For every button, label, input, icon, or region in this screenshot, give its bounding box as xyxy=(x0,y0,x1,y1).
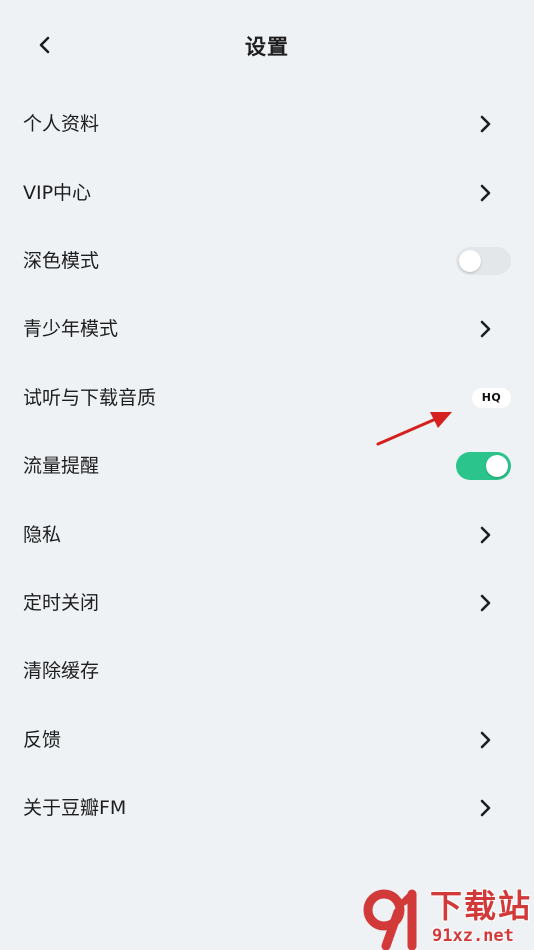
quality-badge: HQ xyxy=(472,387,511,408)
setting-row-about[interactable]: 关于豆瓣FM xyxy=(0,774,534,842)
watermark-domain: 91xz.net xyxy=(432,926,514,946)
data-alert-toggle[interactable] xyxy=(456,452,511,481)
setting-label: 试听与下载音质 xyxy=(23,386,157,409)
setting-row-sleep-timer[interactable]: 定时关闭 xyxy=(0,569,534,637)
setting-label: 清除缓存 xyxy=(23,660,100,683)
setting-row-clear-cache[interactable]: 清除缓存 xyxy=(0,637,534,705)
site-watermark: 下载站 91xz.net xyxy=(358,888,534,950)
setting-row-dark-mode: 深色模式 xyxy=(0,227,534,295)
setting-label: VIP中心 xyxy=(23,181,92,204)
chevron-right-icon xyxy=(474,318,496,340)
setting-label: 定时关闭 xyxy=(23,591,100,614)
setting-label: 反馈 xyxy=(23,728,62,751)
chevron-right-icon xyxy=(474,524,496,546)
chevron-right-icon xyxy=(474,797,496,819)
setting-label: 青少年模式 xyxy=(23,318,119,341)
setting-row-profile[interactable]: 个人资料 xyxy=(0,90,534,158)
setting-label: 个人资料 xyxy=(23,113,100,136)
annotation-arrow-icon xyxy=(376,412,452,446)
chevron-right-icon xyxy=(474,182,496,204)
setting-row-privacy[interactable]: 隐私 xyxy=(0,500,534,568)
setting-label: 深色模式 xyxy=(23,249,100,272)
setting-row-feedback[interactable]: 反馈 xyxy=(0,706,534,774)
watermark-logo-icon xyxy=(363,889,417,950)
dark-mode-toggle[interactable] xyxy=(456,246,511,275)
setting-label: 隐私 xyxy=(23,523,62,546)
settings-list: 个人资料 VIP中心 深色模式 青少年模式 试听与下载音质 HQ 流量提醒 隐私 xyxy=(0,90,534,842)
chevron-right-icon xyxy=(474,729,496,751)
page-title: 设置 xyxy=(245,35,289,59)
toggle-knob xyxy=(486,455,508,478)
setting-label: 关于豆瓣FM xyxy=(23,797,127,820)
chevron-right-icon xyxy=(474,113,496,135)
chevron-right-icon xyxy=(474,592,496,614)
setting-row-teen-mode[interactable]: 青少年模式 xyxy=(0,295,534,363)
setting-row-vip-center[interactable]: VIP中心 xyxy=(0,158,534,226)
toggle-knob xyxy=(459,249,481,272)
watermark-title: 下载站 xyxy=(430,887,533,925)
setting-label: 流量提醒 xyxy=(23,455,100,478)
header-bar: 设置 xyxy=(0,0,534,96)
